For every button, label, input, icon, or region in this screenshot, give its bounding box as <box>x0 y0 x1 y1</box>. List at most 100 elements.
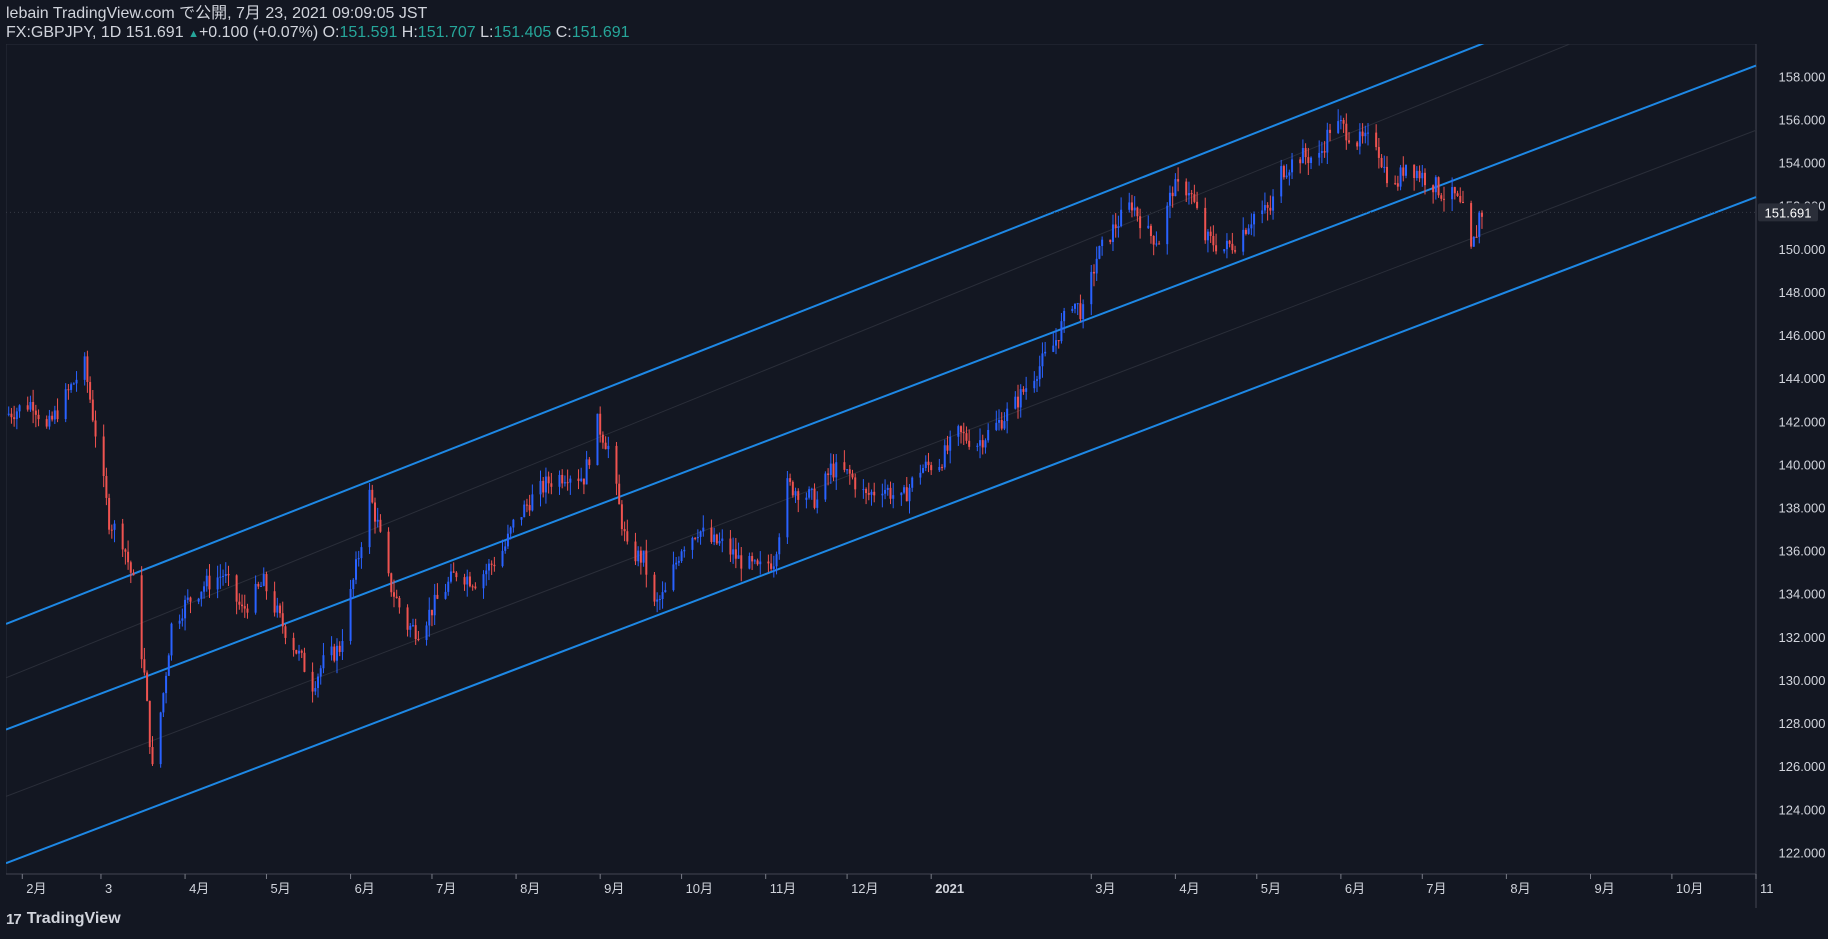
candle-body <box>37 414 40 420</box>
candle-body <box>1323 151 1326 153</box>
candle-body <box>265 574 268 592</box>
candle-body <box>449 571 452 582</box>
x-tick-label: 3 <box>105 881 112 896</box>
candle-body <box>523 504 526 518</box>
candle-body <box>487 563 490 571</box>
candle-body <box>672 564 675 591</box>
close-label: C: <box>555 24 572 41</box>
candle-body <box>1038 366 1041 380</box>
candle-body <box>1405 164 1407 176</box>
tradingview-branding[interactable]: 17 TradingView <box>6 910 121 928</box>
candle-body <box>317 676 320 689</box>
tradingview-logo-icon: 17 <box>6 910 22 928</box>
candle-body <box>336 645 339 661</box>
candle-body <box>949 436 952 451</box>
x-tick-label: 10月 <box>686 881 713 896</box>
candle-body <box>1263 205 1266 211</box>
candle-body <box>1383 166 1386 168</box>
candle-body <box>45 419 48 427</box>
candle-body <box>694 537 697 539</box>
candle-body <box>219 576 222 578</box>
y-tick-label: 140.000 <box>1779 457 1826 472</box>
candle-body <box>425 625 428 641</box>
candle-body <box>349 589 352 642</box>
y-tick-label: 130.000 <box>1779 673 1826 688</box>
candle-body <box>311 671 314 692</box>
candle-body <box>789 478 792 482</box>
candle-body <box>786 478 789 538</box>
candle-body <box>808 489 811 498</box>
candle-body <box>1329 129 1332 133</box>
candle-body <box>1418 170 1421 179</box>
candle-body <box>1019 389 1022 408</box>
candle-body <box>1060 321 1063 342</box>
candle-body <box>1014 396 1017 409</box>
candle-body <box>1076 303 1079 305</box>
candle-body <box>1155 243 1158 245</box>
candle-body <box>862 489 865 491</box>
candle-body <box>699 531 702 537</box>
y-tick-label: 154.000 <box>1779 156 1826 171</box>
candle-body <box>577 478 580 481</box>
candle-body <box>200 591 203 599</box>
high-label: H: <box>401 24 418 41</box>
candle-body <box>1442 198 1445 200</box>
candle-body <box>51 415 54 420</box>
candle-body <box>1006 408 1009 422</box>
candle-body <box>922 468 925 473</box>
candle-body <box>1285 175 1288 178</box>
price-chart[interactable]: 122.000 124.000 126.000 128.000 130.000 132.0… <box>6 44 1828 908</box>
candle-body <box>29 401 32 410</box>
candle-body <box>848 469 851 474</box>
candle-body <box>1456 193 1459 196</box>
candle-body <box>566 482 569 484</box>
candle-body <box>851 473 854 478</box>
candle-body <box>911 477 914 488</box>
candle-body <box>634 541 637 562</box>
candle-body <box>987 429 990 441</box>
candle-body <box>319 668 322 677</box>
candle-body <box>1377 147 1380 158</box>
candle-body <box>1193 194 1196 202</box>
candle-body <box>843 462 846 470</box>
candle-body <box>1082 304 1085 320</box>
candle-body <box>960 426 963 433</box>
candle-body <box>751 556 754 562</box>
candle-body <box>1437 177 1440 196</box>
x-tick-label: 9月 <box>1594 881 1614 896</box>
candle-body <box>1117 226 1120 229</box>
candle-body <box>246 608 249 613</box>
candle-body <box>1280 166 1283 197</box>
candle-body <box>490 563 493 565</box>
candle-body <box>740 555 743 569</box>
candle-body <box>341 641 344 652</box>
candle-body <box>824 473 827 500</box>
candle-body <box>661 592 664 600</box>
candle-body <box>810 488 813 490</box>
candle-body <box>805 497 808 500</box>
candle-body <box>770 563 773 569</box>
candle-body <box>1136 207 1139 217</box>
candle-body <box>222 575 225 577</box>
candle-body <box>767 561 770 564</box>
candle-body <box>680 551 683 562</box>
candle-body <box>91 399 94 421</box>
candle-body <box>1095 258 1098 274</box>
x-tick-label: 4月 <box>189 881 209 896</box>
y-tick-label: 128.000 <box>1779 716 1826 731</box>
candle-body <box>205 575 208 587</box>
x-tick-label: 5月 <box>270 881 290 896</box>
candle-body <box>734 549 737 559</box>
candle-body <box>224 573 227 576</box>
candle-body <box>941 466 944 468</box>
candle-body <box>1212 235 1215 246</box>
candle-body <box>1472 236 1475 247</box>
candle-body <box>1244 229 1247 234</box>
candle-body <box>260 585 263 587</box>
candle-body <box>846 469 849 471</box>
candle-body <box>167 655 170 676</box>
candle-body <box>371 489 374 503</box>
y-tick-label: 144.000 <box>1779 371 1826 386</box>
candle-body <box>506 533 509 547</box>
open-label: O: <box>322 24 340 41</box>
